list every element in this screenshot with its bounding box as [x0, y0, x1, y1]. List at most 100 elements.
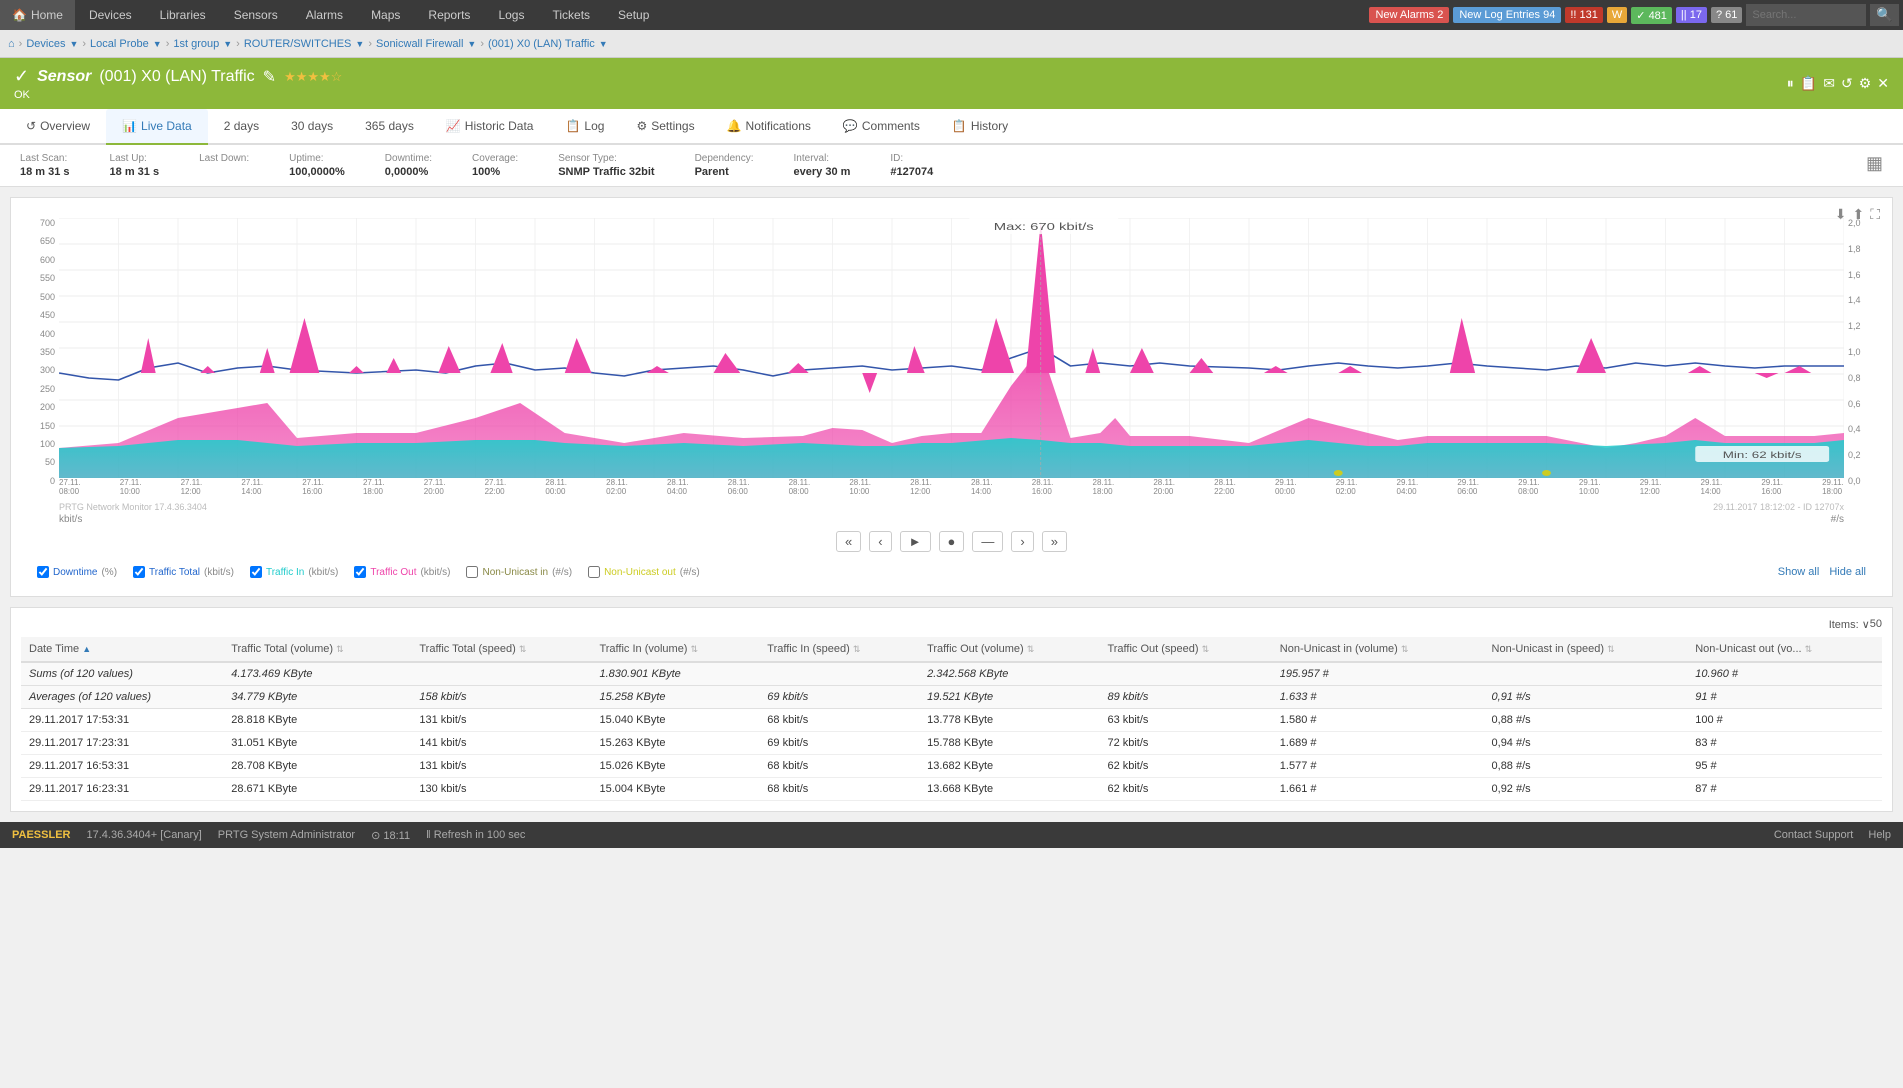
logs-nav-item[interactable]: Logs	[484, 0, 538, 30]
tab-settings[interactable]: ⚙ Settings	[620, 109, 710, 145]
col-non-uni-in-speed[interactable]: Non-Unicast in (speed) ⇅	[1484, 637, 1688, 662]
sensor-header: ✓ Sensor (001) X0 (LAN) Traffic ✎ ★★★★☆ …	[0, 58, 1903, 109]
col-traffic-in-vol[interactable]: Traffic In (volume) ⇅	[591, 637, 759, 662]
tab-comments[interactable]: 💬 Comments	[827, 109, 936, 145]
tabs-bar: ↺ Overview 📊 Live Data 2 days 30 days 36…	[0, 109, 1903, 145]
legend-non-unicast-out[interactable]: Non-Unicast out (#/s)	[588, 566, 700, 578]
overview-label: Overview	[40, 119, 90, 133]
sensor-mail-icon[interactable]: ✉	[1823, 75, 1835, 92]
breadcrumb-sensor[interactable]: (001) X0 (LAN) Traffic	[488, 38, 595, 50]
warning-badge[interactable]: W	[1607, 7, 1627, 23]
sensor-settings-icon[interactable]: ⚙	[1859, 75, 1872, 92]
sensor-refresh-icon[interactable]: ↺	[1841, 75, 1853, 92]
tab-notifications[interactable]: 🔔 Notifications	[711, 109, 827, 145]
hide-all-link[interactable]: Hide all	[1829, 566, 1866, 578]
chart-nav-play[interactable]: ►	[900, 531, 931, 552]
legend-downtime-checkbox[interactable]	[37, 566, 49, 578]
breadcrumb-sonicwall[interactable]: Sonicwall Firewall	[376, 38, 463, 50]
y-axis-right: 0,0 0,2 0,4 0,6 0,8 1,0 1,2 1,4 1,6 1,8 …	[1844, 218, 1882, 514]
contact-support-link[interactable]: Contact Support	[1774, 829, 1854, 841]
chart-navigation: « ‹ ► ● — › »	[21, 525, 1882, 558]
breadcrumb-1st-group[interactable]: 1st group	[173, 38, 219, 50]
live-data-icon: 📊	[122, 119, 137, 133]
chart-nav-next[interactable]: ›	[1011, 531, 1033, 552]
chart-nav-live[interactable]: ●	[939, 531, 965, 552]
col-non-uni-out[interactable]: Non-Unicast out (vo... ⇅	[1687, 637, 1882, 662]
reports-nav-item[interactable]: Reports	[414, 0, 484, 30]
search-button[interactable]: 🔍	[1870, 4, 1899, 26]
row4-traffic-out-speed: 62 kbit/s	[1099, 778, 1271, 801]
top-navigation: 🏠 Home Devices Libraries Sensors Alarms …	[0, 0, 1903, 30]
breadcrumb-home-icon[interactable]: ⌂	[8, 38, 15, 50]
gray-badge[interactable]: ? 61	[1711, 7, 1742, 23]
home-nav-item[interactable]: 🏠 Home	[0, 0, 75, 30]
legend-traffic-in-label: Traffic In	[266, 567, 304, 578]
devices-nav-item[interactable]: Devices	[75, 0, 146, 30]
breadcrumb-local-probe[interactable]: Local Probe	[90, 38, 149, 50]
tickets-nav-item[interactable]: Tickets	[538, 0, 604, 30]
tab-history[interactable]: 📋 History	[936, 109, 1024, 145]
stat-sensor-type: Sensor Type: SNMP Traffic 32bit	[558, 153, 654, 178]
col-traffic-total-vol[interactable]: Traffic Total (volume) ⇅	[223, 637, 411, 662]
chart-nav-pause[interactable]: —	[972, 531, 1003, 552]
sensors-nav-item[interactable]: Sensors	[220, 0, 292, 30]
col-non-uni-in-vol[interactable]: Non-Unicast in (volume) ⇅	[1272, 637, 1484, 662]
tab-live-data[interactable]: 📊 Live Data	[106, 109, 208, 145]
legend-traffic-total-checkbox[interactable]	[133, 566, 145, 578]
breadcrumb-devices[interactable]: Devices	[26, 38, 65, 50]
qr-icon[interactable]: ▦	[1866, 153, 1883, 173]
col-traffic-total-speed[interactable]: Traffic Total (speed) ⇅	[411, 637, 591, 662]
chart-container: ⬇ ⬆ ⛶ 0 50 100 150 200 250 300 350 400 4…	[10, 197, 1893, 597]
col-traffic-out-vol[interactable]: Traffic Out (volume) ⇅	[919, 637, 1099, 662]
tab-historic-data[interactable]: 📈 Historic Data	[430, 109, 550, 145]
sensor-pause-icon[interactable]: ⏸	[1787, 75, 1794, 92]
chart-nav-last[interactable]: »	[1042, 531, 1067, 552]
purple-badge[interactable]: || 17	[1676, 7, 1707, 23]
legend-downtime[interactable]: Downtime (%)	[37, 566, 117, 578]
col-traffic-out-speed[interactable]: Traffic Out (speed) ⇅	[1099, 637, 1271, 662]
maps-nav-item[interactable]: Maps	[357, 0, 414, 30]
new-log-entries-badge[interactable]: New Log Entries 94	[1453, 7, 1561, 23]
sensor-edit-icon[interactable]: ✎	[263, 67, 276, 87]
legend-links: Show all Hide all	[1778, 566, 1866, 578]
col-datetime[interactable]: Date Time ▲	[21, 637, 223, 662]
qr-icon-container[interactable]: ▦	[1866, 153, 1883, 178]
sensor-stars[interactable]: ★★★★☆	[284, 69, 342, 85]
new-alarms-badge[interactable]: New Alarms 2	[1369, 7, 1449, 23]
legend-traffic-out[interactable]: Traffic Out (kbit/s)	[354, 566, 450, 578]
col-traffic-in-speed[interactable]: Traffic In (speed) ⇅	[759, 637, 919, 662]
legend-non-unicast-out-checkbox[interactable]	[588, 566, 600, 578]
legend-traffic-out-checkbox[interactable]	[354, 566, 366, 578]
ok-badge[interactable]: ✓ 481	[1631, 7, 1672, 24]
chart-nav-prev[interactable]: ‹	[869, 531, 891, 552]
tab-2days[interactable]: 2 days	[208, 109, 275, 145]
chart-nav-first[interactable]: «	[836, 531, 861, 552]
uptime-value: 100,0000%	[289, 166, 345, 178]
historic-icon: 📈	[446, 119, 461, 133]
libraries-nav-item[interactable]: Libraries	[146, 0, 220, 30]
row1-non-uni-out: 100 #	[1687, 709, 1882, 732]
footer: PAESSLER 17.4.36.3404+ [Canary] PRTG Sys…	[0, 822, 1903, 848]
tab-365days[interactable]: 365 days	[349, 109, 430, 145]
stat-interval: Interval: every 30 m	[794, 153, 851, 178]
alarm-count-badge[interactable]: !! 131	[1565, 7, 1603, 23]
breadcrumb-router-switches[interactable]: ROUTER/SWITCHES	[244, 38, 352, 50]
show-all-link[interactable]: Show all	[1778, 566, 1820, 578]
maps-label: Maps	[371, 0, 400, 30]
tab-log[interactable]: 📋 Log	[549, 109, 620, 145]
sensor-delete-icon[interactable]: ✕	[1877, 75, 1889, 92]
legend-non-unicast-in-checkbox[interactable]	[466, 566, 478, 578]
tab-overview[interactable]: ↺ Overview	[10, 109, 106, 145]
legend-non-unicast-in[interactable]: Non-Unicast in (#/s)	[466, 566, 572, 578]
help-link[interactable]: Help	[1868, 829, 1891, 841]
legend-traffic-in[interactable]: Traffic In (kbit/s)	[250, 566, 338, 578]
legend-traffic-in-checkbox[interactable]	[250, 566, 262, 578]
setup-nav-item[interactable]: Setup	[604, 0, 663, 30]
averages-non-uni-in-vol: 1.633 #	[1272, 686, 1484, 709]
legend-traffic-total[interactable]: Traffic Total (kbit/s)	[133, 566, 234, 578]
tab-30days[interactable]: 30 days	[275, 109, 349, 145]
items-count: 50	[1870, 618, 1882, 631]
sensor-clone-icon[interactable]: 📋	[1800, 75, 1817, 92]
alarms-nav-item[interactable]: Alarms	[292, 0, 357, 30]
search-input[interactable]	[1746, 4, 1866, 26]
